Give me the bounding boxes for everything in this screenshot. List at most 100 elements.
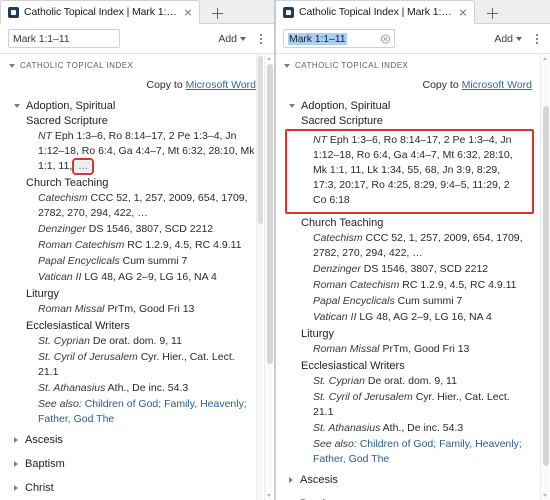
reference-row[interactable]: St. Athanasius Ath., De inc. 54.3 xyxy=(281,421,536,436)
reference-source-label: Roman Missal xyxy=(313,343,380,355)
index-entry-baptism[interactable]: Baptism xyxy=(281,492,536,500)
reference-row[interactable]: Roman Missal PrTm, Good Fri 13 xyxy=(6,302,260,317)
index-entry-christ[interactable]: Christ xyxy=(6,476,260,500)
panel-right: Catholic Topical Index | Mark 1:1–11 Mark… xyxy=(275,0,550,500)
chevron-right-icon xyxy=(14,437,18,443)
reference-row[interactable]: Roman Catechism RC 1.2.9, 4.5, RC 4.9.11 xyxy=(281,278,536,293)
reference-citations[interactable]: PrTm, Good Fri 13 xyxy=(107,303,194,315)
reference-citations[interactable]: De orat. dom. 9, 11 xyxy=(368,375,457,387)
reference-row[interactable]: Roman Missal PrTm, Good Fri 13 xyxy=(281,342,536,357)
group-heading: Church Teaching xyxy=(26,177,109,189)
reference-source-label: Vatican II xyxy=(313,311,357,323)
reference-row[interactable]: Denzinger DS 1546, 3807, SCD 2212 xyxy=(6,222,260,237)
see-also-row[interactable]: See also: Children of God; Family, Heave… xyxy=(6,397,260,427)
kebab-menu-icon[interactable] xyxy=(254,30,268,48)
reference-source-label: St. Cyril of Jerusalem xyxy=(313,391,413,403)
reference-source-label: Roman Missal xyxy=(38,303,105,315)
reference-citations[interactable]: RC 1.2.9, 4.5, RC 4.9.11 xyxy=(127,239,241,251)
close-icon[interactable] xyxy=(182,6,194,18)
kebab-dot xyxy=(536,33,538,36)
index-entry-ascesis[interactable]: Ascesis xyxy=(281,468,536,492)
reference-source-label: Roman Catechism xyxy=(313,279,400,291)
section-header-label: CATHOLIC TOPICAL INDEX xyxy=(295,61,409,70)
reference-row[interactable]: St. Cyprian De orat. dom. 9, 11 xyxy=(281,374,536,389)
panel-divider[interactable] xyxy=(274,0,276,500)
reference-row[interactable]: St. Athanasius Ath., De inc. 54.3 xyxy=(6,381,260,396)
tab-title: Catholic Topical Index | Mark 1:1–11 xyxy=(299,6,452,18)
index-entry-ascesis[interactable]: Ascesis xyxy=(6,428,260,452)
scroll-down-arrow-icon[interactable] xyxy=(267,494,271,497)
scroll-thumb[interactable] xyxy=(266,64,273,364)
reference-row[interactable]: Roman Catechism RC 1.2.9, 4.5, RC 4.9.11 xyxy=(6,238,260,253)
search-input[interactable]: Mark 1:1–11 xyxy=(8,29,120,48)
search-input[interactable]: Mark 1:1–11 xyxy=(283,29,395,48)
reference-row[interactable]: Catechism CCC 52, 1, 257, 2009, 654, 170… xyxy=(6,191,260,221)
scroll-down-arrow-icon[interactable] xyxy=(543,494,547,497)
expand-ellipsis-button[interactable]: … xyxy=(72,157,95,175)
plus-icon[interactable] xyxy=(202,2,232,24)
kebab-dot xyxy=(260,37,262,40)
reference-source-label: Catechism xyxy=(313,232,363,244)
close-icon[interactable] xyxy=(457,6,469,18)
reference-citations[interactable]: Eph 1:3–6, Ro 8:14–17, 2 Pe 1:3–4, Jn 1:… xyxy=(38,130,255,172)
group-heading: Liturgy xyxy=(26,288,60,300)
section-header[interactable]: CATHOLIC TOPICAL INDEX xyxy=(281,61,536,70)
reference-citations[interactable]: Ath., De inc. 54.3 xyxy=(108,382,189,394)
app-square-icon xyxy=(8,6,19,18)
group-heading: Sacred Scripture xyxy=(26,115,108,127)
reference-row[interactable]: St. Cyril of Jerusalem Cyr. Hier., Cat. … xyxy=(281,390,536,420)
microsoft-word-link[interactable]: Microsoft Word xyxy=(462,79,532,91)
section-header-label: CATHOLIC TOPICAL INDEX xyxy=(20,61,134,70)
reference-row[interactable]: NT Eph 1:3–6, Ro 8:14–17, 2 Pe 1:3–4, Jn… xyxy=(313,133,528,208)
toolbar: Mark 1:1–11 Add xyxy=(0,24,274,54)
reference-citations[interactable]: Cum summi 7 xyxy=(398,295,463,307)
panel-scrollbar[interactable] xyxy=(256,54,263,500)
reference-citations[interactable]: DS 1546, 3807, SCD 2212 xyxy=(89,223,213,235)
microsoft-word-link[interactable]: Microsoft Word xyxy=(186,79,256,91)
kebab-dot xyxy=(536,37,538,40)
reference-row[interactable]: Vatican II LG 48, AG 2–9, LG 16, NA 4 xyxy=(281,310,536,325)
reference-citations[interactable]: De orat. dom. 9, 11 xyxy=(93,335,182,347)
reference-row[interactable]: Denzinger DS 1546, 3807, SCD 2212 xyxy=(281,262,536,277)
content-scroll: CATHOLIC TOPICAL INDEX Copy to Microsoft … xyxy=(0,54,274,500)
group-heading: Liturgy xyxy=(301,328,335,340)
reference-citations[interactable]: LG 48, AG 2–9, LG 16, NA 4 xyxy=(84,271,217,283)
reference-row[interactable]: NT Eph 1:3–6, Ro 8:14–17, 2 Pe 1:3–4, Jn… xyxy=(6,129,260,175)
section-header[interactable]: CATHOLIC TOPICAL INDEX xyxy=(6,61,260,70)
reference-citations[interactable]: Cum summi 7 xyxy=(123,255,188,267)
reference-row[interactable]: Papal Encyclicals Cum summi 7 xyxy=(6,254,260,269)
index-entry-baptism[interactable]: Baptism xyxy=(6,452,260,476)
content-area: CATHOLIC TOPICAL INDEX Copy to Microsoft … xyxy=(275,54,550,500)
reference-source-label: Vatican II xyxy=(38,271,82,283)
reference-row[interactable]: St. Cyprian De orat. dom. 9, 11 xyxy=(6,334,260,349)
see-also-row[interactable]: See also: Children of God; Family, Heave… xyxy=(281,437,536,467)
reference-citations[interactable]: Eph 1:3–6, Ro 8:14–17, 2 Pe 1:3–4, Jn 1:… xyxy=(313,134,513,206)
add-button[interactable]: Add xyxy=(216,31,248,47)
entry-header[interactable]: Adoption, Spiritual xyxy=(281,100,536,112)
scroll-up-arrow-icon[interactable] xyxy=(543,57,547,60)
reference-citations[interactable]: PrTm, Good Fri 13 xyxy=(382,343,469,355)
add-button[interactable]: Add xyxy=(492,31,524,47)
content-scrollbar[interactable] xyxy=(264,54,273,500)
reference-citations[interactable]: DS 1546, 3807, SCD 2212 xyxy=(364,263,488,275)
reference-citations[interactable]: LG 48, AG 2–9, LG 16, NA 4 xyxy=(359,311,492,323)
reference-citations[interactable]: Ath., De inc. 54.3 xyxy=(383,422,464,434)
reference-row[interactable]: Catechism CCC 52, 1, 257, 2009, 654, 170… xyxy=(281,231,536,261)
reference-citations[interactable]: RC 1.2.9, 4.5, RC 4.9.11 xyxy=(402,279,516,291)
search-input-value: Mark 1:1–11 xyxy=(288,32,347,45)
reference-row[interactable]: Papal Encyclicals Cum summi 7 xyxy=(281,294,536,309)
reference-row[interactable]: St. Cyril of Jerusalem Cyr. Hier., Cat. … xyxy=(6,350,260,380)
scroll-up-arrow-icon[interactable] xyxy=(267,57,271,60)
content-scroll: CATHOLIC TOPICAL INDEX Copy to Microsoft … xyxy=(275,54,550,500)
scroll-thumb[interactable] xyxy=(542,106,549,466)
clear-circle-icon[interactable] xyxy=(381,34,390,43)
plus-icon[interactable] xyxy=(477,2,507,24)
kebab-menu-icon[interactable] xyxy=(530,30,544,48)
panel-scroll-thumb[interactable] xyxy=(258,56,263,224)
reference-row[interactable]: Vatican II LG 48, AG 2–9, LG 16, NA 4 xyxy=(6,270,260,285)
chevron-right-icon xyxy=(14,485,18,491)
browser-tab[interactable]: Catholic Topical Index | Mark 1:1–11 xyxy=(0,0,200,24)
browser-tab[interactable]: Catholic Topical Index | Mark 1:1–11 xyxy=(275,0,475,24)
content-scrollbar[interactable] xyxy=(540,54,549,500)
entry-header[interactable]: Adoption, Spiritual xyxy=(6,100,260,112)
